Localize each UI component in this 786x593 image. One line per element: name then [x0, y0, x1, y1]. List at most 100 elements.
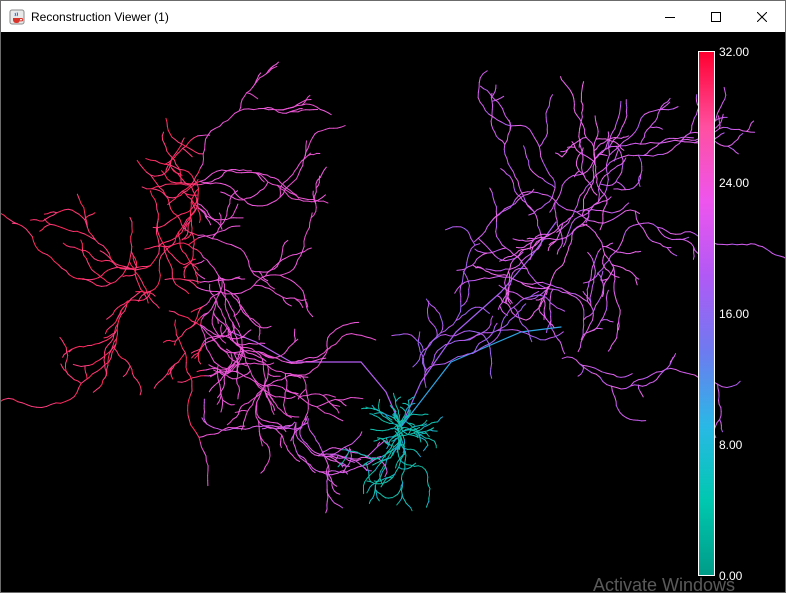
neurite-segment	[637, 122, 641, 129]
neurite-segment	[337, 463, 341, 468]
neurite-segment	[375, 493, 378, 499]
neurite-segment	[281, 434, 284, 440]
neurite-segment	[537, 192, 543, 195]
neurite-segment	[197, 308, 201, 314]
neurite-segment	[200, 276, 206, 280]
neurite-segment	[292, 253, 298, 256]
neurite-segment	[193, 135, 199, 139]
neurite-segment	[571, 294, 577, 298]
neurite-segment	[244, 428, 250, 430]
neurite-segment	[94, 342, 100, 345]
neurite-segment	[531, 276, 536, 282]
neurite-segment	[561, 291, 568, 294]
neurite-segment	[564, 222, 569, 227]
neurite-segment	[523, 193, 529, 196]
neurite-segment	[641, 384, 647, 387]
neurite-segment	[65, 228, 70, 232]
neurite-segment	[236, 337, 242, 340]
neurite-segment	[52, 212, 58, 216]
maximize-button[interactable]	[693, 1, 739, 32]
neurite-segment	[116, 323, 119, 330]
neurite-segment	[585, 224, 590, 228]
neurite-segment	[245, 288, 251, 292]
neurite-segment	[717, 387, 720, 393]
neurite-segment	[506, 271, 509, 276]
neurite-segment	[649, 141, 656, 144]
close-button[interactable]	[739, 1, 785, 32]
neurite-segment	[365, 336, 372, 339]
neurite-segment	[295, 173, 300, 180]
neurite-segment	[309, 429, 313, 435]
neurite-segment	[183, 242, 189, 246]
neurite-segment	[588, 139, 593, 144]
neurite-segment	[85, 258, 89, 263]
render-canvas[interactable]: 32.00 24.00 16.00 8.00 0.00 Activate Win…	[1, 32, 785, 592]
neurite-segment	[219, 376, 224, 381]
neurite-segment	[222, 314, 226, 320]
neurite-segment	[165, 146, 168, 152]
neurite-segment	[31, 405, 38, 408]
neurite-segment	[347, 443, 353, 447]
neurite-segment	[82, 251, 85, 257]
neurite-segment	[280, 253, 283, 259]
neurite-segment	[103, 269, 109, 274]
neurite-segment	[306, 393, 312, 396]
neurite-segment	[303, 248, 309, 253]
neurite-segment	[715, 112, 718, 118]
neurite-segment	[499, 104, 504, 110]
neurite-segment	[189, 390, 193, 397]
neurite-segment	[436, 310, 441, 315]
neurite-segment	[478, 77, 481, 84]
neurite-segment	[779, 255, 785, 258]
neurite-segment	[517, 256, 522, 262]
neurite-segment	[283, 396, 288, 400]
neurite-segment	[160, 241, 166, 245]
neurite-segment	[206, 433, 212, 436]
neurite-segment	[615, 181, 620, 184]
neurite-segment	[508, 300, 512, 305]
neurite-segment	[746, 243, 752, 246]
neurite-segment	[625, 111, 628, 117]
neurite-segment	[477, 234, 483, 239]
neurite-segment	[112, 341, 115, 347]
neurite-segment	[195, 151, 200, 155]
neurite-segment	[560, 76, 563, 81]
minimize-button[interactable]	[647, 1, 693, 32]
neurite-segment	[187, 241, 193, 246]
neurite-segment	[545, 296, 550, 301]
neurite-segment	[533, 290, 540, 295]
neurite-segment	[212, 311, 214, 317]
neurite-segment	[134, 273, 137, 279]
neurite-segment	[156, 208, 159, 215]
neurite-segment	[288, 344, 293, 348]
neurite-segment	[105, 282, 112, 287]
neurite-segment	[517, 309, 522, 313]
neurite-segment	[243, 373, 249, 376]
neurite-segment	[684, 136, 690, 139]
neurite-segment	[579, 300, 583, 306]
neurite-segment	[531, 133, 536, 139]
neurite-segment	[327, 465, 330, 470]
neurite-segment	[577, 346, 581, 353]
neurite-segment	[726, 127, 732, 130]
neurite-segment	[646, 126, 651, 131]
neurite-segment	[157, 174, 163, 177]
neurite-segment	[670, 356, 674, 362]
neurite-segment	[352, 450, 358, 453]
neurite-segment	[141, 186, 148, 190]
neurite-segment	[202, 158, 205, 165]
neurite-segment	[485, 338, 490, 345]
neurite-segment	[91, 281, 98, 286]
color-legend-bar	[698, 51, 715, 576]
title-bar[interactable]: Reconstruction Viewer (1)	[1, 1, 785, 32]
neurite-segment	[302, 377, 306, 382]
neurite-segment	[493, 336, 498, 342]
neurite-segment	[399, 333, 405, 336]
neurite-segment	[220, 407, 223, 413]
neurite-segment	[264, 278, 269, 282]
neurite-segment	[210, 295, 215, 299]
neurite-segment	[467, 352, 474, 355]
neuron-reconstruction[interactable]	[1, 32, 785, 592]
neurite-segment	[139, 164, 144, 169]
neurite-segment	[739, 132, 744, 137]
